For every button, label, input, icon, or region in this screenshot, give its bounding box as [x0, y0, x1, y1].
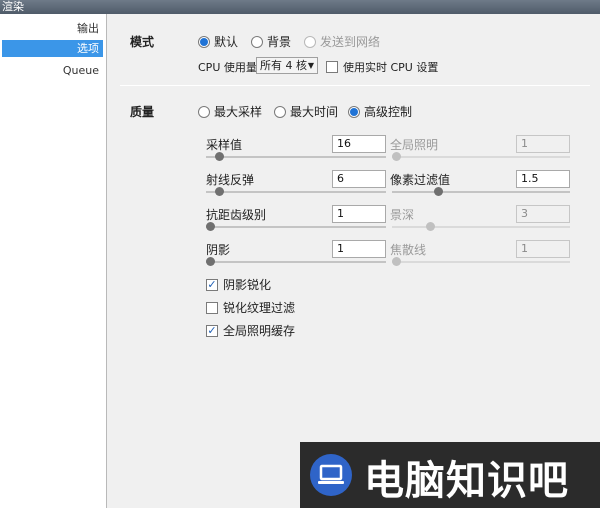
watermark-banner: 电脑知识吧 [300, 442, 600, 508]
sidebar-item-queue[interactable]: Queue [2, 62, 103, 79]
laptop-icon [310, 454, 352, 496]
slider-track [392, 261, 570, 263]
slider-track [206, 156, 386, 158]
slider-track [392, 226, 570, 228]
cpu-usage-value: 所有 4 核 [260, 59, 307, 72]
antialias-slider[interactable] [206, 222, 386, 232]
mode-network-radio: 发送到网络 [304, 33, 380, 50]
sidebar-item-options[interactable]: 选项 [2, 40, 103, 57]
pixel-filter-label: 像素过滤值 [390, 173, 451, 187]
quality-max-time-radio[interactable]: 最大时间 [274, 103, 338, 120]
sidebar: 输出 选项 Queue [0, 14, 107, 508]
radio-dot [304, 35, 316, 48]
mode-background-label: 背景 [267, 35, 292, 49]
gi-slider [392, 152, 570, 162]
slider-thumb [392, 152, 401, 161]
checkbox-box [206, 301, 218, 314]
section-divider [120, 85, 590, 86]
shadow-input[interactable]: 1 [332, 240, 386, 258]
caustics-slider [392, 257, 570, 267]
mode-default-radio[interactable]: 默认 [198, 33, 238, 50]
sidebar-item-output[interactable]: 输出 [2, 20, 103, 37]
dof-label: 景深 [390, 208, 415, 222]
gi-cache-label: 全局照明缓存 [223, 324, 296, 338]
pixel-filter-slider[interactable] [392, 187, 570, 197]
checkmark-icon: ✓ [207, 277, 217, 291]
texture-sharpen-label: 锐化纹理过滤 [223, 301, 296, 315]
radio-dot [251, 35, 263, 48]
slider-thumb[interactable] [215, 152, 224, 161]
window-title: 渲染 [0, 0, 600, 14]
slider-thumb[interactable] [206, 257, 215, 266]
radio-dot [348, 105, 360, 118]
pixel-filter-input[interactable]: 1.5 [516, 170, 570, 188]
radio-dot [274, 105, 286, 118]
samples-input[interactable]: 16 [332, 135, 386, 153]
cpu-usage-label: CPU 使用量 [198, 61, 257, 74]
radio-dot [198, 35, 210, 48]
radio-dot [198, 105, 210, 118]
checkmark-icon: ✓ [207, 323, 217, 337]
dof-input: 3 [516, 205, 570, 223]
realtime-cpu-label: 使用实时 CPU 设置 [343, 61, 439, 74]
ray-bounces-label: 射线反弹 [206, 173, 255, 187]
cpu-usage-select[interactable]: 所有 4 核 ▼ [256, 57, 318, 74]
slider-track [392, 191, 570, 193]
slider-thumb [426, 222, 435, 231]
mode-network-label: 发送到网络 [320, 35, 381, 49]
slider-track [392, 156, 570, 158]
watermark-text: 电脑知识吧 [364, 458, 569, 504]
gi-label: 全局照明 [390, 138, 439, 152]
quality-max-samples-label: 最大采样 [214, 105, 263, 119]
slider-thumb[interactable] [434, 187, 443, 196]
slider-track [206, 191, 386, 193]
gi-input: 1 [516, 135, 570, 153]
ray-bounces-slider[interactable] [206, 187, 386, 197]
slider-track [206, 261, 386, 263]
quality-max-time-label: 最大时间 [290, 105, 339, 119]
quality-advanced-radio[interactable]: 高级控制 [348, 103, 412, 120]
mode-section-label: 模式 [130, 35, 155, 49]
ray-bounces-input[interactable]: 6 [332, 170, 386, 188]
mode-default-label: 默认 [214, 35, 239, 49]
quality-advanced-label: 高级控制 [364, 105, 413, 119]
slider-thumb[interactable] [215, 187, 224, 196]
dof-slider [392, 222, 570, 232]
antialias-input[interactable]: 1 [332, 205, 386, 223]
samples-slider[interactable] [206, 152, 386, 162]
mode-background-radio[interactable]: 背景 [251, 33, 291, 50]
quality-max-samples-radio[interactable]: 最大采样 [198, 103, 262, 120]
antialias-label: 抗距齿级别 [206, 208, 267, 222]
realtime-cpu-checkbox[interactable]: 使用实时 CPU 设置 [326, 59, 438, 75]
samples-label: 采样值 [206, 138, 243, 152]
checkbox-box [326, 61, 338, 73]
checkbox-box: ✓ [206, 277, 218, 291]
caustics-label: 焦散线 [390, 243, 427, 257]
texture-sharpen-checkbox[interactable]: 锐化纹理过滤 [206, 299, 295, 316]
checkbox-box: ✓ [206, 323, 218, 337]
chevron-down-icon: ▼ [307, 61, 314, 70]
options-panel: 模式 默认 背景 发送到网络 CPU 使用量 所有 4 核 ▼ 使用实时 CPU… [108, 14, 600, 508]
quality-section-label: 质量 [130, 105, 155, 119]
shadow-sharpen-checkbox[interactable]: ✓ 阴影锐化 [206, 276, 271, 293]
shadow-label: 阴影 [206, 243, 231, 257]
shadow-slider[interactable] [206, 257, 386, 267]
caustics-input: 1 [516, 240, 570, 258]
slider-thumb [392, 257, 401, 266]
slider-thumb[interactable] [206, 222, 215, 231]
shadow-sharpen-label: 阴影锐化 [223, 278, 272, 292]
gi-cache-checkbox[interactable]: ✓ 全局照明缓存 [206, 322, 295, 339]
slider-track [206, 226, 386, 228]
